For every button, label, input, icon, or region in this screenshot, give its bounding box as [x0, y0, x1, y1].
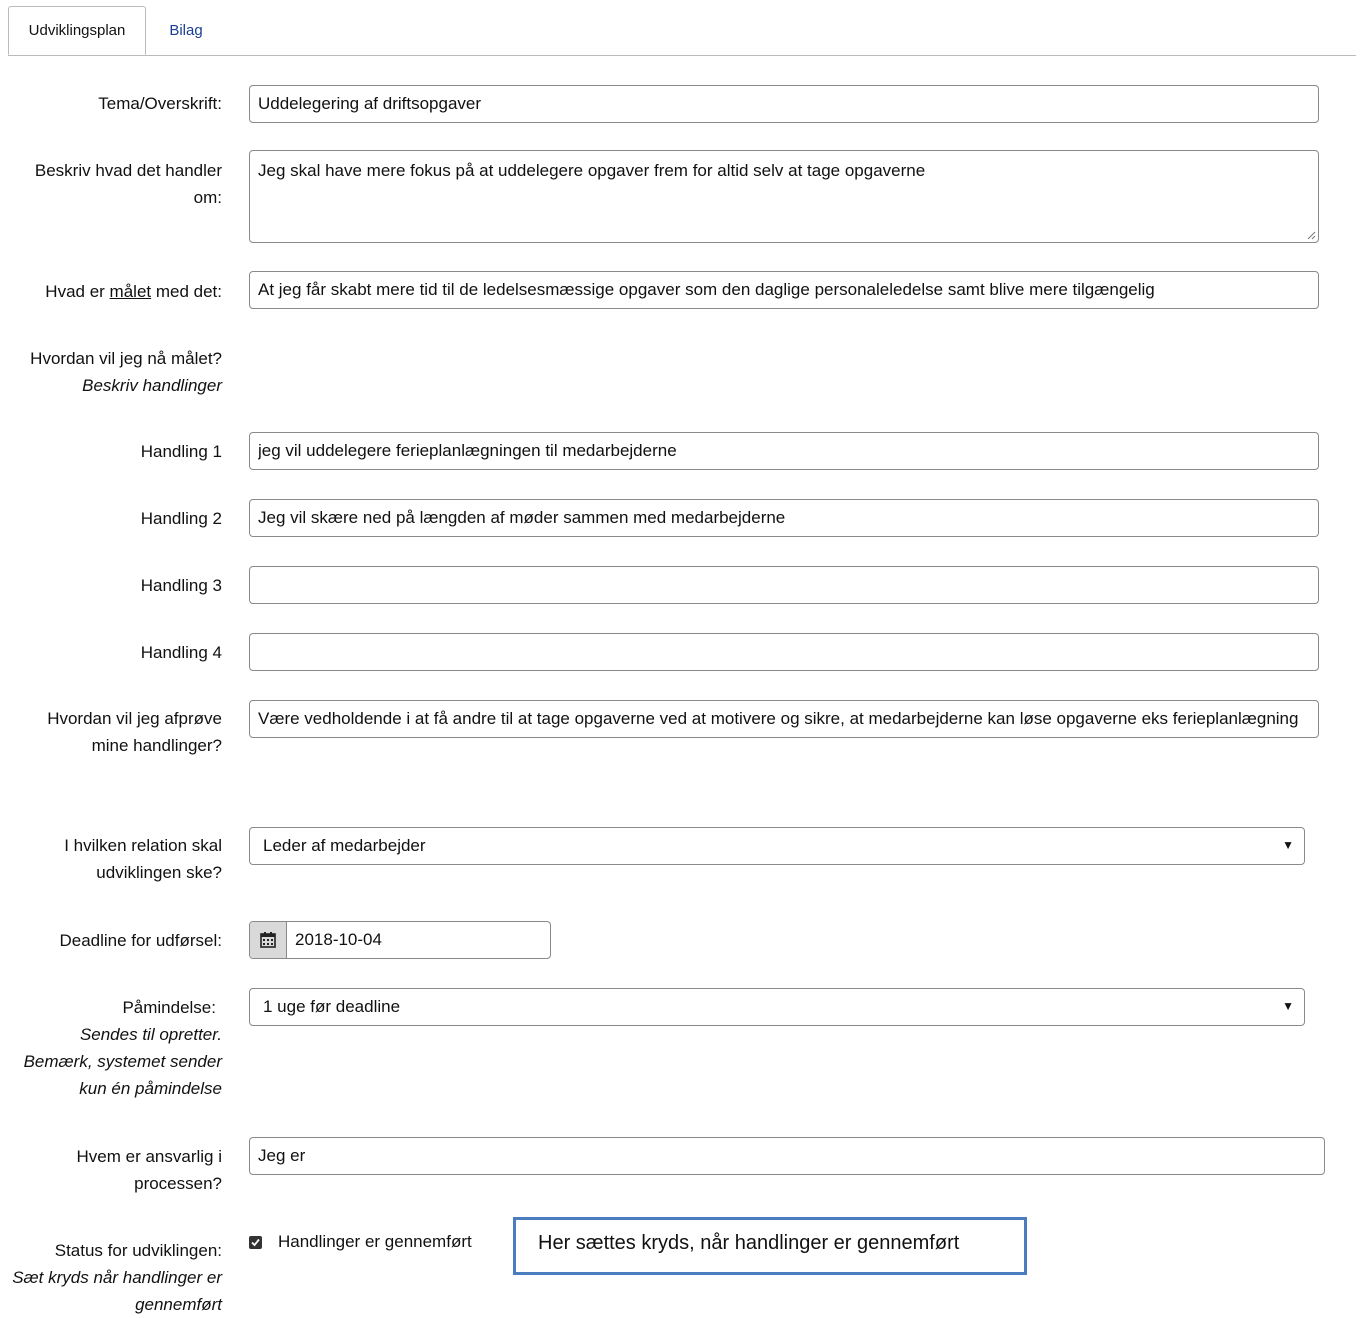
- ansvarlig-input[interactable]: [249, 1137, 1325, 1175]
- beskriv-label: Beskriv hvad det handler om:: [34, 161, 222, 207]
- triangle-down-icon: ▼: [1282, 999, 1294, 1013]
- paamindelse-title: Påmindelse:: [122, 998, 216, 1017]
- afproeve-label: Hvordan vil jeg afprøve mine handlinger?: [47, 709, 222, 755]
- hvordan-title: Hvordan vil jeg nå målet?: [30, 349, 222, 368]
- deadline-label: Deadline for udførsel:: [59, 931, 222, 950]
- tab-bar: Udviklingsplan Bilag: [8, 6, 1356, 56]
- afproeve-input[interactable]: [249, 700, 1319, 738]
- resize-grip-icon[interactable]: [1306, 230, 1316, 240]
- status-label: Status for udviklingen: Sæt kryds når ha…: [8, 1237, 222, 1318]
- deadline-field[interactable]: 2018-10-04: [249, 921, 551, 959]
- handling-4-label: Handling 4: [140, 643, 222, 662]
- ansvarlig-label: Hvem er ansvarlig i processen?: [76, 1147, 223, 1193]
- deadline-value[interactable]: 2018-10-04: [287, 922, 382, 958]
- maal-label: Hvad er målet med det:: [45, 282, 222, 301]
- tab-bilag[interactable]: Bilag: [158, 6, 214, 55]
- calendar-icon[interactable]: [250, 922, 287, 958]
- handling-4-input[interactable]: [249, 633, 1319, 671]
- tab-udviklingsplan[interactable]: Udviklingsplan: [8, 6, 146, 55]
- handling-3-label: Handling 3: [140, 576, 222, 595]
- paamindelse-label: Påmindelse: Sendes til opretter. Bemærk,…: [8, 994, 222, 1102]
- handling-2-input[interactable]: [249, 499, 1319, 537]
- status-checkbox-row[interactable]: Handlinger er gennemført: [249, 1232, 472, 1252]
- relation-select[interactable]: Leder af medarbejder ▼: [249, 827, 1305, 865]
- status-sub: Sæt kryds når handlinger er gennemført: [12, 1268, 222, 1314]
- relation-select-value: Leder af medarbejder: [263, 836, 426, 855]
- handling-2-label: Handling 2: [140, 509, 222, 528]
- handling-1-input[interactable]: [249, 432, 1319, 470]
- check-icon: [251, 1238, 260, 1246]
- paamindelse-select[interactable]: 1 uge før deadline ▼: [249, 988, 1305, 1026]
- status-title: Status for udviklingen:: [54, 1241, 222, 1260]
- paamindelse-sub: Sendes til opretter. Bemærk, systemet se…: [23, 1025, 222, 1098]
- status-checkbox[interactable]: [249, 1235, 262, 1249]
- maal-input[interactable]: [249, 271, 1319, 309]
- status-checkbox-label: Handlinger er gennemført: [278, 1232, 472, 1251]
- handling-3-input[interactable]: [249, 566, 1319, 604]
- hvordan-label: Hvordan vil jeg nå målet? Beskriv handli…: [8, 345, 222, 399]
- handling-1-label: Handling 1: [140, 442, 222, 461]
- hvordan-sub: Beskriv handlinger: [82, 376, 222, 395]
- paamindelse-select-value: 1 uge før deadline: [263, 997, 401, 1016]
- triangle-down-icon: ▼: [1282, 838, 1294, 852]
- beskriv-textarea[interactable]: Jeg skal have mere fokus på at uddeleger…: [249, 150, 1319, 243]
- relation-label: I hvilken relation skal udviklingen ske?: [64, 836, 222, 882]
- tema-label: Tema/Overskrift:: [98, 94, 222, 113]
- annotation-callout: Her sættes kryds, når handlinger er genn…: [513, 1217, 1027, 1275]
- tema-input[interactable]: [249, 85, 1319, 123]
